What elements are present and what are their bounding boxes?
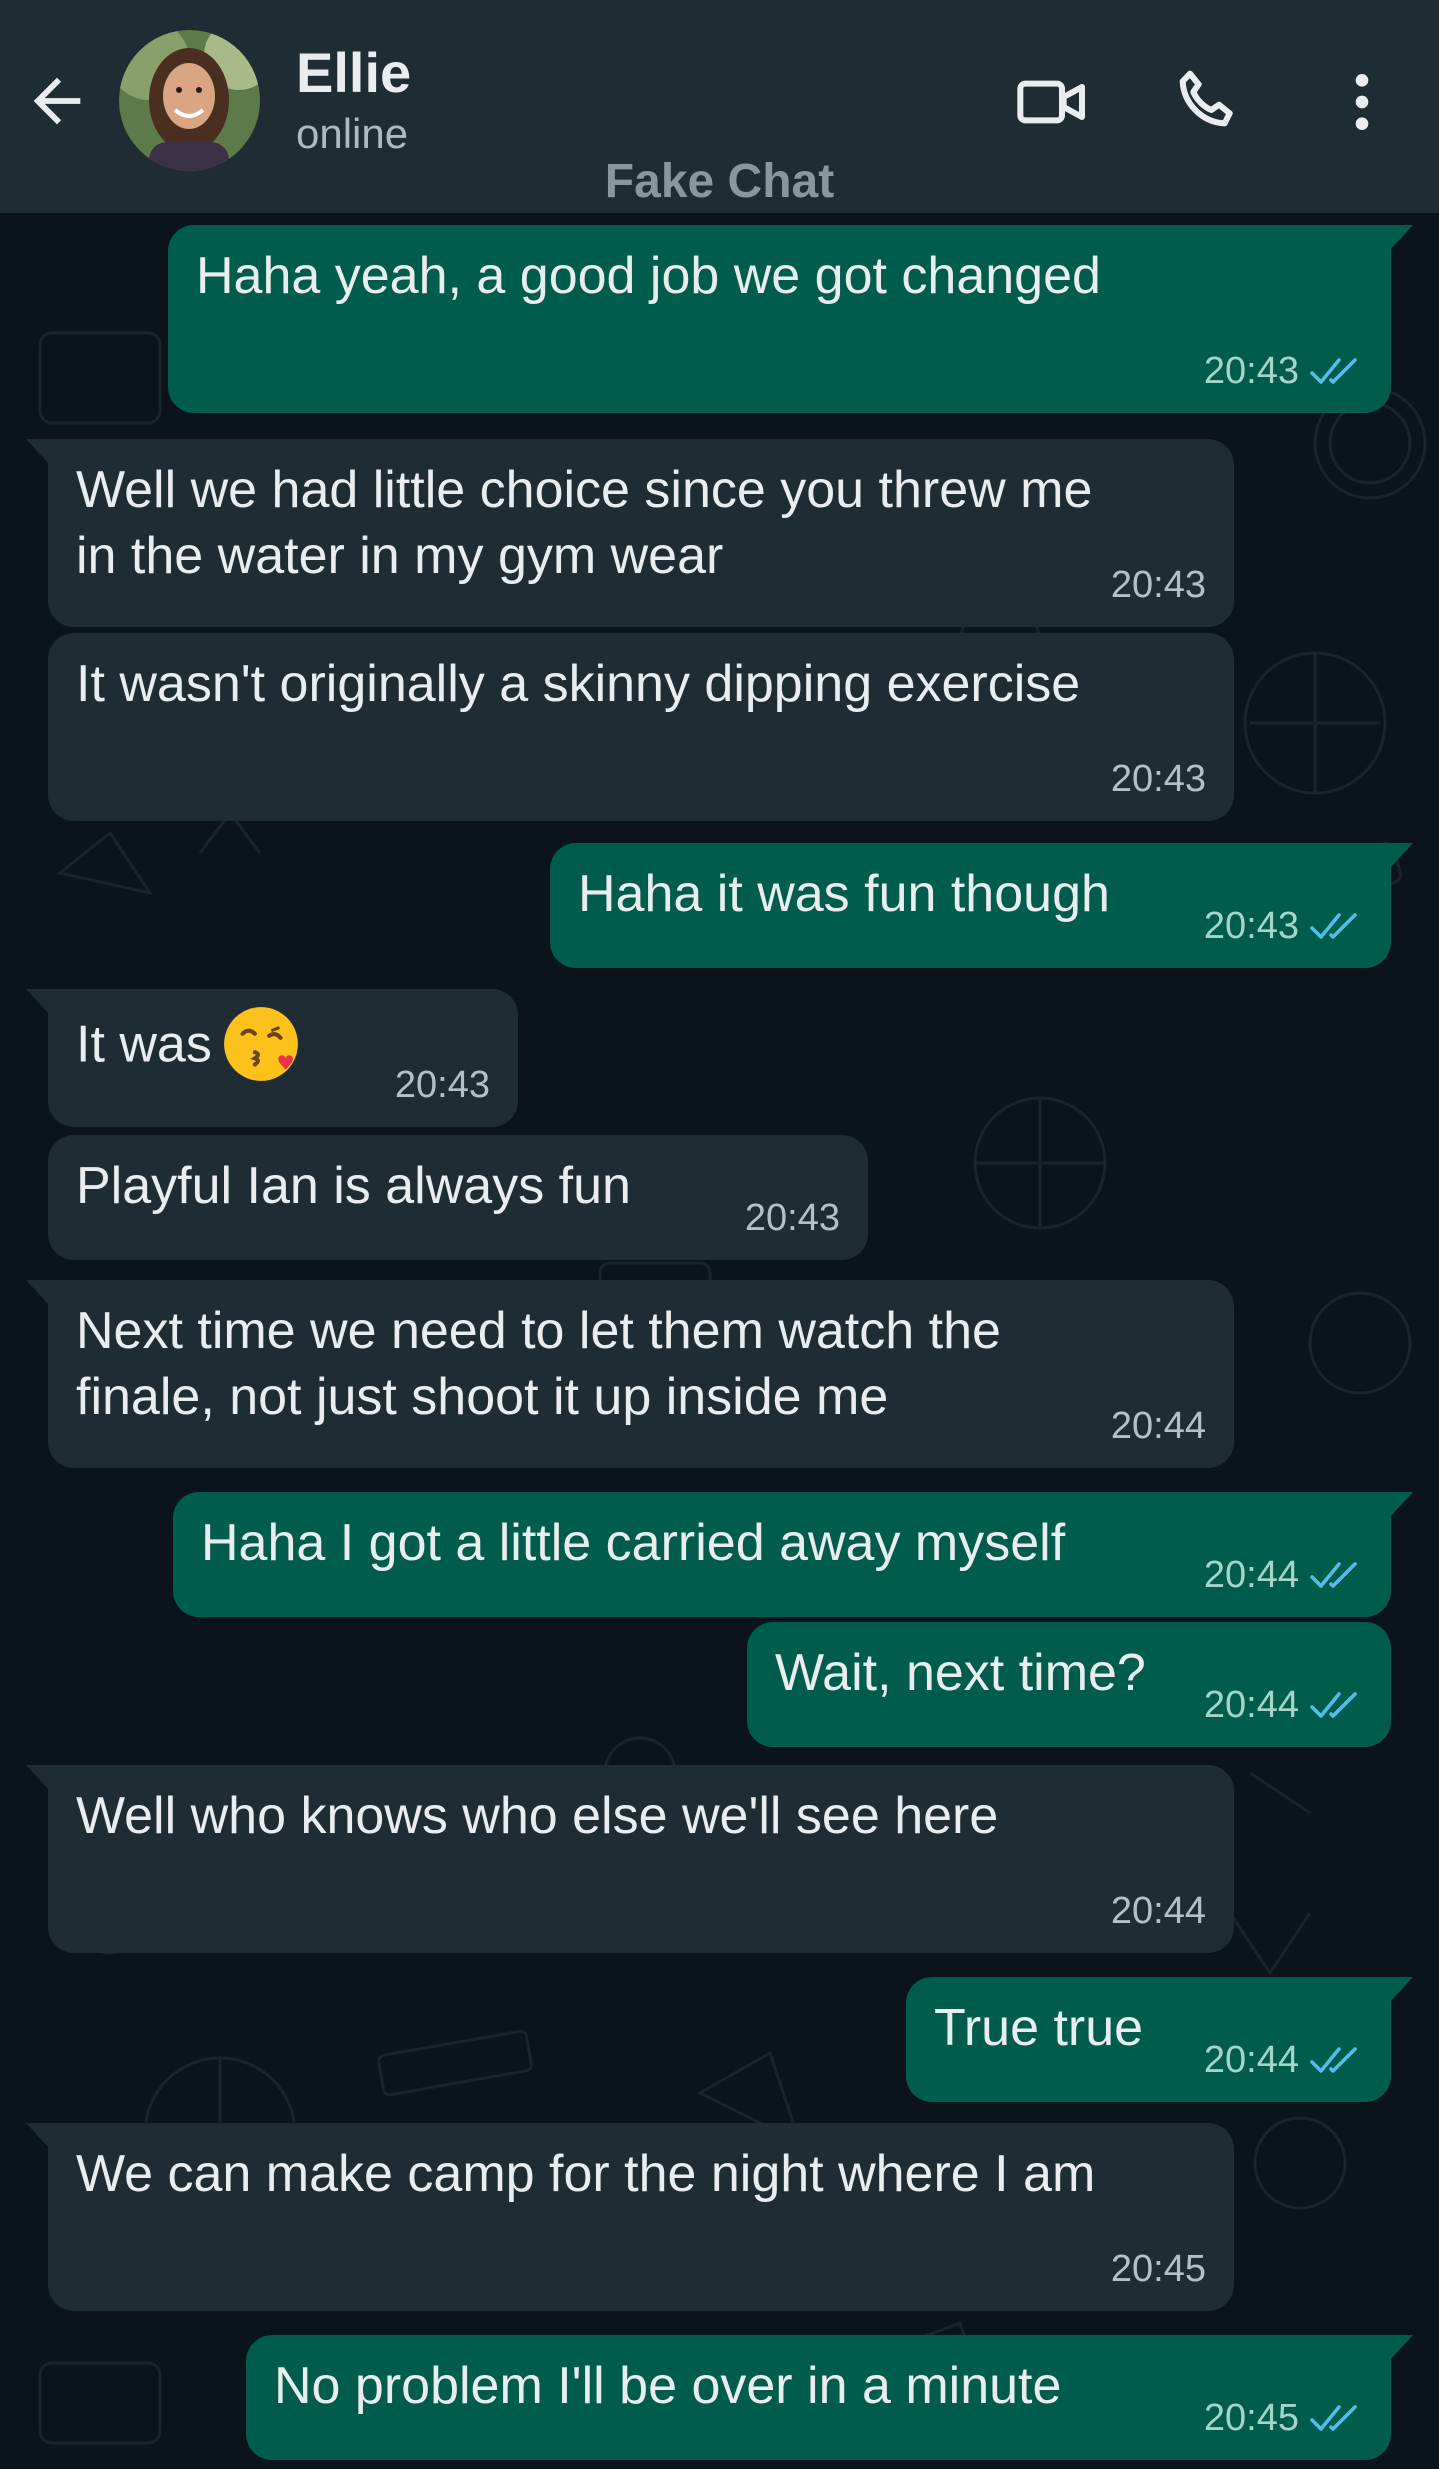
message-time: 20:44 (1110, 1405, 1206, 1447)
message-text: No problem I'll be over in a minute (274, 2357, 1062, 2415)
kissing-face-with-heart-emoji (223, 1007, 298, 1081)
message-text: It was (76, 1015, 212, 1074)
chat-area[interactable]: Haha yeah, a good job we got changed 20:4… (0, 213, 1439, 2469)
incoming-message[interactable]: We can make camp for the night where I a… (26, 2123, 1234, 2311)
outgoing-message[interactable]: No problem I'll be over in a minute 20:45 (246, 2335, 1413, 2460)
back-arrow-icon[interactable] (22, 66, 92, 136)
message-time: 20:45 (1110, 2248, 1206, 2290)
message-text: True true (934, 1999, 1144, 2057)
message-meta: 20:43 (745, 1198, 840, 1238)
message-text: Next time we need to let them watch the … (76, 1302, 1001, 1426)
outgoing-message[interactable]: Wait, next time? 20:44 (747, 1622, 1391, 1747)
voice-call-icon[interactable] (1168, 62, 1248, 142)
message-time: 20:43 (1203, 350, 1299, 392)
chat-header: Ellie online Fake Chat (0, 0, 1439, 213)
message-text: Haha yeah, a good job we got changed (196, 247, 1101, 305)
outgoing-message[interactable]: Haha yeah, a good job we got changed 20:4… (168, 225, 1413, 413)
message-meta: 20:45 (1111, 2249, 1206, 2289)
message-text: Well who knows who else we'll see here (76, 1787, 999, 1845)
more-options-icon[interactable] (1322, 62, 1402, 142)
video-call-icon[interactable] (1012, 62, 1092, 142)
message-meta: 20:44 (1204, 1555, 1363, 1595)
message-meta: 20:43 (1111, 565, 1206, 605)
incoming-message[interactable]: Well who knows who else we'll see here 20… (26, 1765, 1234, 1953)
message-time: 20:44 (1203, 1684, 1299, 1726)
message-meta: 20:44 (1111, 1406, 1206, 1446)
message-meta: 20:44 (1111, 1891, 1206, 1931)
read-receipt-icon (1310, 2405, 1357, 2431)
message-time: 20:44 (1203, 2039, 1299, 2081)
read-receipt-icon (1310, 913, 1357, 939)
read-receipt-icon (1310, 2047, 1357, 2073)
outgoing-message[interactable]: Haha I got a little carried away myself 2… (173, 1492, 1413, 1617)
message-text: Playful Ian is always fun (76, 1157, 631, 1215)
message-time: 20:43 (394, 1064, 490, 1106)
contact-name[interactable]: Ellie (296, 40, 411, 105)
message-meta: 20:44 (1204, 1685, 1363, 1725)
incoming-message[interactable]: It was 20:43 (26, 989, 518, 1127)
message-text: It wasn't originally a skinny dipping ex… (76, 655, 1081, 713)
message-time: 20:43 (1203, 905, 1299, 947)
read-receipt-icon (1310, 1562, 1357, 1588)
message-text: Well we had little choice since you thre… (76, 461, 1093, 585)
message-text: We can make camp for the night where I a… (76, 2145, 1096, 2203)
message-meta: 20:43 (1111, 759, 1206, 799)
message-meta: 20:43 (1204, 906, 1363, 946)
message-meta: 20:44 (1204, 2040, 1363, 2080)
avatar[interactable] (119, 30, 260, 171)
incoming-message[interactable]: Next time we need to let them watch the … (26, 1280, 1234, 1468)
outgoing-message[interactable]: Haha it was fun though 20:43 (550, 843, 1413, 968)
read-receipt-icon (1310, 358, 1357, 384)
message-text: Haha it was fun though (578, 865, 1110, 923)
message-meta: 20:45 (1204, 2398, 1363, 2438)
incoming-message[interactable]: Well we had little choice since you thre… (26, 439, 1234, 627)
message-time: 20:44 (1110, 1890, 1206, 1932)
message-time: 20:43 (1110, 758, 1206, 800)
incoming-message[interactable]: It wasn't originally a skinny dipping ex… (48, 633, 1234, 821)
outgoing-message[interactable]: True true 20:44 (906, 1977, 1413, 2102)
message-time: 20:45 (1203, 2397, 1299, 2439)
message-time: 20:44 (1203, 1554, 1299, 1596)
message-meta: 20:43 (395, 1065, 490, 1105)
incoming-message[interactable]: Playful Ian is always fun 20:43 (48, 1135, 868, 1260)
message-text: Haha I got a little carried away myself (201, 1514, 1066, 1572)
message-meta: 20:43 (1204, 351, 1363, 391)
message-time: 20:43 (1110, 564, 1206, 606)
message-time: 20:43 (744, 1197, 840, 1239)
message-text: Wait, next time? (775, 1644, 1146, 1702)
watermark: Fake Chat (604, 155, 835, 208)
read-receipt-icon (1310, 1692, 1357, 1718)
contact-status: online (296, 110, 409, 157)
